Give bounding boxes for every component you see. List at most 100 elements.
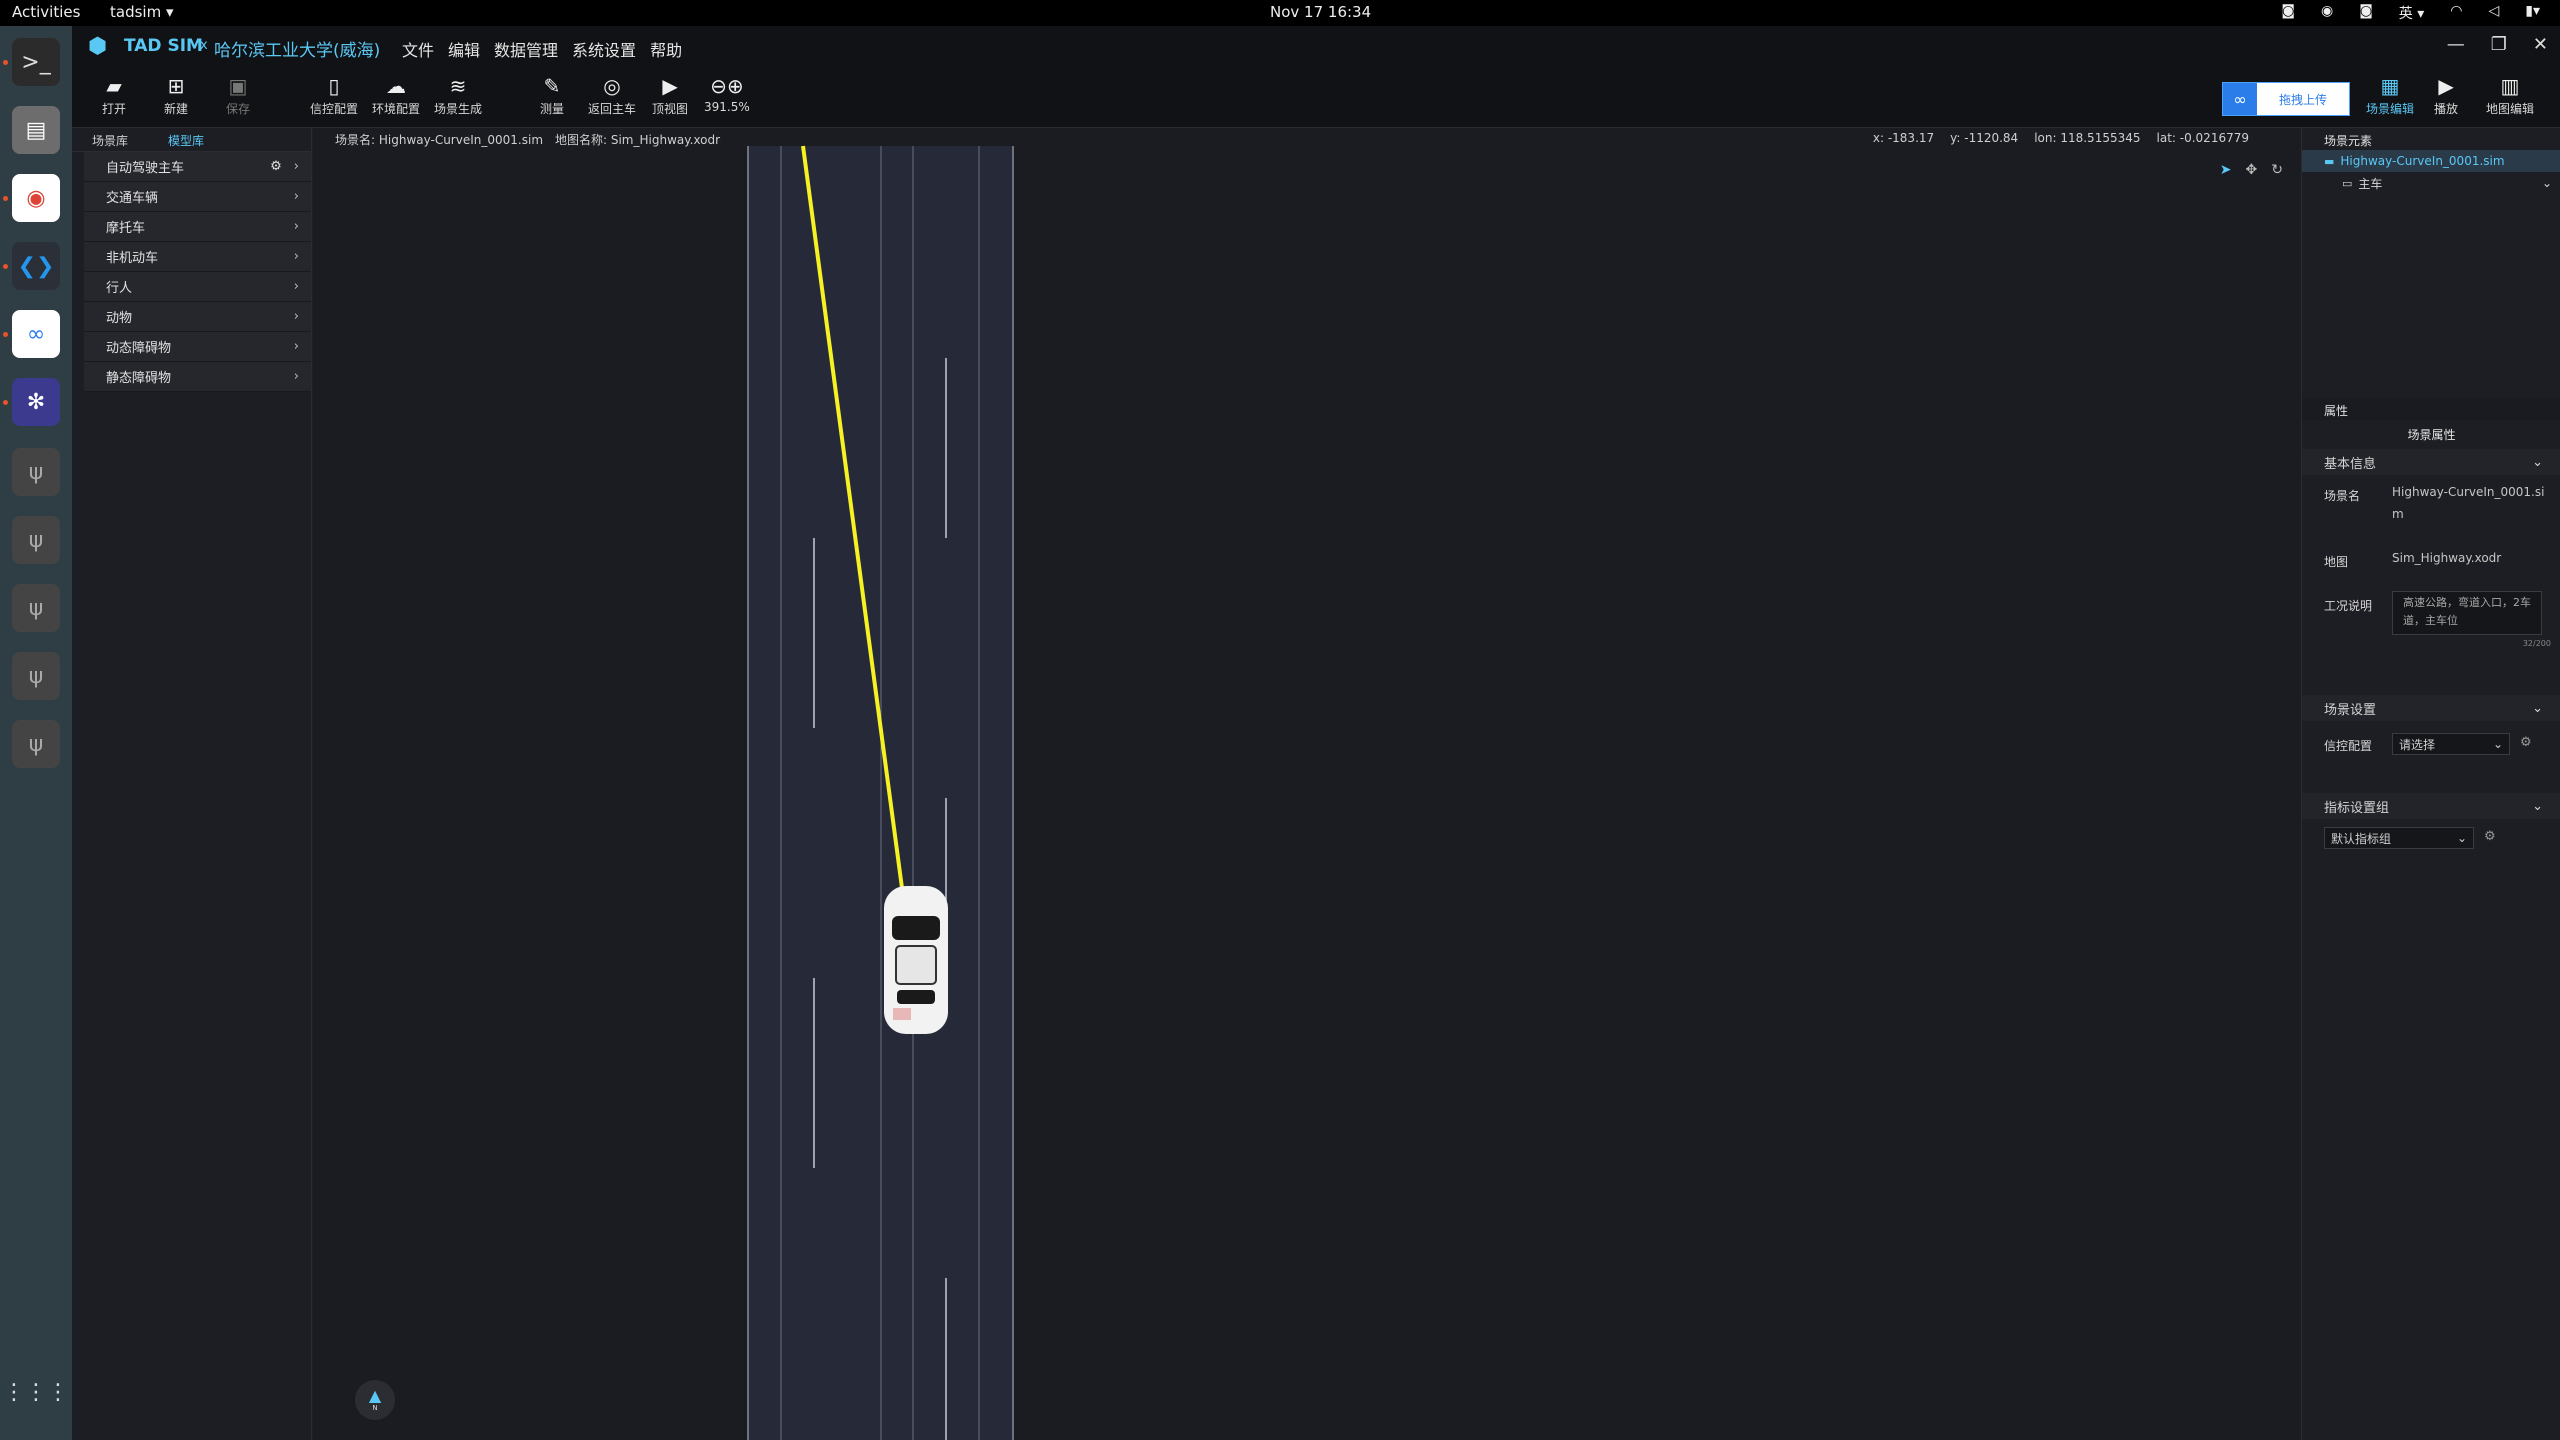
viewport-info-bar: 场景名: Highway-CurveIn_0001.sim 地图名称: Sim_… <box>313 128 2301 148</box>
volume-icon[interactable]: ◁ <box>2488 3 2499 23</box>
category-item[interactable]: 动态障碍物 › <box>84 332 311 362</box>
north-arrow-icon: ▲ <box>368 1386 382 1405</box>
save-icon: ▣ <box>228 74 248 98</box>
chevron-down-icon: ⌄ <box>2532 700 2543 716</box>
minimize-icon[interactable]: — <box>2447 34 2465 55</box>
menu-data[interactable]: 数据管理 <box>494 37 558 61</box>
layers-icon: ≋ <box>449 74 467 98</box>
tray-app-icon[interactable]: ◉ <box>2321 3 2333 23</box>
menu-help[interactable]: 帮助 <box>650 37 682 61</box>
chevron-down-icon[interactable]: ⌄ <box>2542 176 2552 190</box>
category-label: 行人 <box>106 281 133 296</box>
zoom-icons[interactable]: ⊖⊕ <box>710 72 744 100</box>
dock-usb3-icon[interactable]: ψ <box>12 584 60 632</box>
brand-name: TAD SIM <box>124 36 203 56</box>
compass[interactable]: ▲ N <box>355 1380 395 1420</box>
dock-vscode-icon[interactable]: ❮❯ <box>12 242 60 290</box>
scene-viewport[interactable]: 场景名: Highway-CurveIn_0001.sim 地图名称: Sim_… <box>313 128 2301 1440</box>
category-label: 非机动车 <box>106 251 159 266</box>
dock-usb1-icon[interactable]: ψ <box>12 448 60 496</box>
open-label: 打开 <box>102 102 127 116</box>
env-config-button[interactable]: ☁ 环境配置 <box>372 72 420 117</box>
gear-icon[interactable]: ⚙ <box>2520 735 2532 750</box>
app-menu[interactable]: tadsim ▾ <box>110 3 174 21</box>
scene-name-value: Highway-CurveIn_0001.sim <box>2392 485 2545 521</box>
dock-baidunetdisk-icon[interactable]: ∞ <box>12 310 60 358</box>
system-tray[interactable]: ◙ ◉ ◙ 英 ▾ ◠ ◁ ▮▾ <box>2281 3 2540 23</box>
gear-icon[interactable]: ⚙ <box>2484 829 2496 844</box>
top-view-button[interactable]: ▶︎ 顶视图 <box>652 72 688 117</box>
coord-lat: lat: -0.0216779 <box>2156 131 2249 145</box>
move-icon[interactable]: ✥ <box>2246 162 2258 178</box>
category-item[interactable]: 摩托车 › <box>84 212 311 242</box>
dock-usb4-icon[interactable]: ψ <box>12 652 60 700</box>
map-edit-tab[interactable]: ▥ 地图编辑 <box>2486 72 2534 117</box>
select-cursor-icon[interactable]: ➤ <box>2220 162 2232 178</box>
battery-icon[interactable]: ▮▾ <box>2525 3 2540 23</box>
new-button[interactable]: ⊞ 新建 <box>164 72 188 117</box>
ego-vehicle[interactable] <box>884 886 948 1034</box>
scene-name-info: 场景名: Highway-CurveIn_0001.sim <box>335 133 544 147</box>
tab-model-library[interactable]: 模型库 <box>148 128 224 151</box>
return-ego-button[interactable]: ◎ 返回主车 <box>588 72 636 117</box>
metric-group-label: 指标设置组 <box>2324 800 2390 816</box>
category-item[interactable]: 动物 › <box>84 302 311 332</box>
signal-config-label: 信控配置 <box>2324 739 2373 753</box>
description-textarea[interactable]: 高速公路，弯道入口，2车道，主车位 <box>2392 591 2542 635</box>
save-label: 保存 <box>226 102 251 116</box>
close-icon[interactable]: ✕ <box>2533 34 2548 55</box>
zoom-control[interactable]: ⊖⊕ 391.5% <box>704 72 750 114</box>
road-canvas[interactable] <box>313 128 2301 1440</box>
rotate-icon[interactable]: ↻ <box>2271 162 2283 178</box>
dock-terminal-icon[interactable]: >_ <box>12 38 60 86</box>
scene-settings-section[interactable]: 场景设置 ⌄ <box>2302 695 2560 721</box>
chevron-down-icon: ⌄ <box>2532 798 2543 814</box>
input-method-indicator[interactable]: 英 ▾ <box>2399 3 2424 23</box>
measure-button[interactable]: ✎ 测量 <box>540 72 564 117</box>
tree-item-scene-file[interactable]: ▬ Highway-CurveIn_0001.sim <box>2302 150 2560 172</box>
tree-item-ego[interactable]: ▭ 主车 ⌄ <box>2302 172 2560 194</box>
menu-file[interactable]: 文件 <box>402 37 434 61</box>
map-icon: ▥ <box>2500 74 2520 98</box>
category-item[interactable]: 交通车辆 › <box>84 182 311 212</box>
scene-gen-button[interactable]: ≋ 场景生成 <box>434 72 482 117</box>
open-button[interactable]: ▰ 打开 <box>102 72 126 117</box>
gear-icon[interactable]: ⚙ <box>270 159 282 174</box>
new-label: 新建 <box>164 102 189 116</box>
dock-tadsim-icon[interactable]: ✻ <box>12 378 60 426</box>
category-item[interactable]: 行人 › <box>84 272 311 302</box>
compass-label: N <box>372 1404 378 1412</box>
dock-usb5-icon[interactable]: ψ <box>12 720 60 768</box>
activities-button[interactable]: Activities <box>12 3 80 21</box>
category-item[interactable]: 非机动车 › <box>84 242 311 272</box>
category-item[interactable]: 自动驾驶主车 ⚙ › <box>84 152 311 182</box>
tray-app-icon[interactable]: ◙ <box>2359 3 2373 23</box>
metric-select-value: 默认指标组 <box>2331 831 2392 846</box>
tray-app-icon[interactable]: ◙ <box>2281 3 2295 23</box>
dock-files-icon[interactable]: ▤ <box>12 106 60 154</box>
scene-edit-tab[interactable]: ▦ 场景编辑 <box>2366 72 2414 117</box>
wifi-icon[interactable]: ◠ <box>2450 3 2462 23</box>
upload-label: 拖拽上传 <box>2278 92 2327 107</box>
metric-group-section[interactable]: 指标设置组 ⌄ <box>2302 793 2560 819</box>
play-label: 播放 <box>2434 102 2459 116</box>
clock[interactable]: Nov 17 16:34 <box>1270 3 1371 21</box>
tab-scene-library[interactable]: 场景库 <box>72 128 148 151</box>
category-item[interactable]: 静态障碍物 › <box>84 362 311 392</box>
dock-apps-icon[interactable]: ⋮⋮⋮ <box>3 1368 69 1416</box>
save-button[interactable]: ▣ 保存 <box>226 72 250 117</box>
chevron-right-icon: › <box>293 219 299 234</box>
signal-config-select[interactable]: 请选择 ⌄ <box>2392 733 2510 755</box>
basic-info-section[interactable]: 基本信息 ⌄ <box>2302 449 2560 475</box>
restore-icon[interactable]: ❐ <box>2491 34 2507 55</box>
dock-usb2-icon[interactable]: ψ <box>12 516 60 564</box>
play-tab[interactable]: ▶ 播放 <box>2434 72 2458 117</box>
signal-config-button[interactable]: ▯ 信控配置 <box>310 72 358 117</box>
metric-group-select[interactable]: 默认指标组 ⌄ <box>2324 827 2474 849</box>
menu-edit[interactable]: 编辑 <box>448 37 480 61</box>
properties-panel: 场景元素 ▬ Highway-CurveIn_0001.sim ▭ 主车 ⌄ 属… <box>2301 128 2560 1440</box>
menu-settings[interactable]: 系统设置 <box>572 37 636 61</box>
upload-button[interactable]: ∞ 拖拽上传 <box>2222 82 2350 116</box>
chevron-right-icon: › <box>293 369 299 384</box>
dock-chrome-icon[interactable]: ◉ <box>12 174 60 222</box>
